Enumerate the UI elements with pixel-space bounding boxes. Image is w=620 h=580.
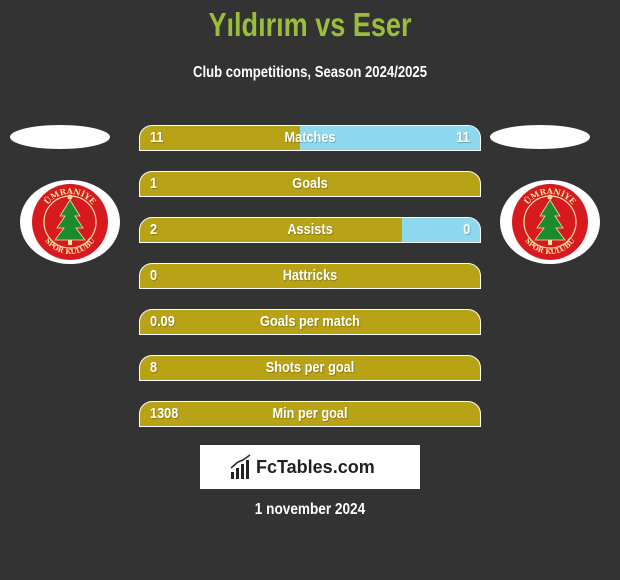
stat-label: Min per goal: [272, 405, 348, 422]
stat-label: Goals per match: [260, 313, 360, 330]
stat-label: Hattricks: [282, 267, 338, 284]
umraniyespor-crest-icon: ÜMRANİYE SPOR KULÜBÜ: [512, 184, 588, 260]
stat-row-goals: 1 Goals: [139, 171, 481, 197]
stat-row-assists: 2 Assists 0: [139, 217, 481, 243]
stat-row-hattricks: 0 Hattricks: [139, 263, 481, 289]
left-value: 2: [150, 221, 158, 238]
date-label: 1 november 2024: [254, 501, 366, 518]
stat-row-matches: 11 Matches 11: [139, 125, 481, 151]
left-team-badge[interactable]: ÜMRANİYE SPOR KULÜBÜ: [20, 180, 120, 264]
stat-label: Matches: [284, 129, 336, 146]
stat-label: Shots per goal: [265, 359, 355, 376]
logo-text: FcTables.com: [256, 457, 375, 477]
umraniyespor-crest-icon: ÜMRANİYE SPOR KULÜBÜ: [32, 184, 108, 260]
stat-row-min-per-goal: 1308 Min per goal: [139, 401, 481, 427]
left-value: 11: [150, 129, 164, 146]
fctables-logo[interactable]: FcTables.com: [200, 445, 420, 489]
stat-row-shots-per-goal: 8 Shots per goal: [139, 355, 481, 381]
left-player-placeholder: [10, 125, 110, 149]
page-title: Yıldırım vs Eser: [208, 6, 412, 43]
right-team-badge[interactable]: ÜMRANİYE SPOR KULÜBÜ: [500, 180, 600, 264]
stat-label: Assists: [287, 221, 333, 238]
right-player-placeholder: [490, 125, 590, 149]
bar-chart-icon: [230, 454, 251, 479]
left-value: 0: [150, 267, 158, 284]
competition-subtitle: Club competitions, Season 2024/2025: [192, 64, 428, 81]
left-value: 8: [150, 359, 158, 376]
stat-row-goals-per-match: 0.09 Goals per match: [139, 309, 481, 335]
right-value: 0: [462, 221, 470, 238]
stat-label: Goals: [292, 175, 328, 192]
right-value: 11: [456, 129, 470, 146]
left-value: 1: [150, 175, 158, 192]
